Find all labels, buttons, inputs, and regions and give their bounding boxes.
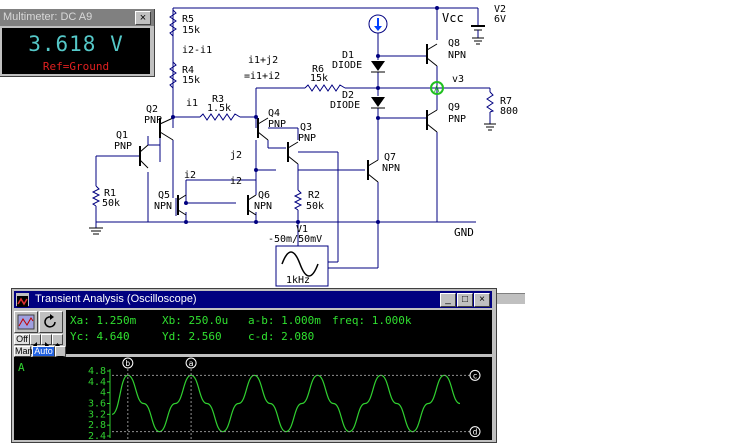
- scroll-down-button[interactable]: [55, 346, 66, 360]
- svg-text:Q8: Q8: [448, 38, 460, 49]
- battery-icon: [471, 25, 485, 45]
- readout-yc: Yc: 4.640: [70, 330, 130, 343]
- cursor-readout-panel: Xa: 1.250m Xb: 250.0u a-b: 1.000m freq: …: [66, 310, 492, 354]
- svg-text:R2: R2: [308, 190, 320, 201]
- waveform-icon: [17, 314, 35, 330]
- series-a-line: [111, 374, 461, 433]
- svg-text:Q7: Q7: [384, 152, 396, 163]
- multimeter-reading: 3.618 V: [28, 32, 124, 56]
- readout-xb: Xb: 250.0u: [162, 314, 229, 327]
- svg-text:-50m/50mV: -50m/50mV: [268, 234, 322, 245]
- ground-icon: [89, 123, 496, 235]
- maximize-button[interactable]: □: [457, 293, 473, 307]
- svg-text:1.5k: 1.5k: [207, 103, 231, 114]
- svg-text:15k: 15k: [310, 73, 328, 84]
- svg-text:800: 800: [500, 106, 518, 117]
- cursor-a-label: a: [189, 359, 194, 368]
- svg-text:50k: 50k: [102, 198, 120, 209]
- y-tick-label: 4.4: [88, 377, 106, 388]
- waveform-chart[interactable]: A 4.84.443.63.22.82.4 b a c d: [14, 357, 492, 442]
- svg-text:i2: i2: [230, 176, 242, 187]
- svg-text:Q3: Q3: [300, 122, 312, 133]
- readout-a-b: a-b: 1.000m: [248, 314, 321, 327]
- channel-label: A: [18, 361, 25, 374]
- cursor-b-label: b: [125, 359, 130, 368]
- readout-c-d: c-d: 2.080: [248, 330, 315, 343]
- reset-button[interactable]: [39, 311, 63, 333]
- svg-text:v3: v3: [452, 74, 464, 85]
- svg-text:DIODE: DIODE: [330, 100, 360, 111]
- svg-text:Q1: Q1: [116, 130, 128, 141]
- wires: [95, 7, 491, 269]
- readout-freq: freq: 1.000k: [332, 314, 412, 327]
- svg-text:NPN: NPN: [382, 163, 400, 174]
- oscilloscope-app-icon: [16, 293, 29, 307]
- svg-text:j2: j2: [230, 150, 242, 161]
- multimeter-title: Multimeter: DC A9: [3, 11, 93, 23]
- close-button[interactable]: ×: [135, 11, 151, 25]
- svg-text:A: A: [434, 85, 440, 95]
- oscilloscope-titlebar[interactable]: Transient Analysis (Oscilloscope) _ □ ×: [14, 291, 492, 308]
- svg-text:Q6: Q6: [258, 190, 270, 201]
- svg-text:NPN: NPN: [254, 201, 272, 212]
- left-arrow-button[interactable]: [30, 334, 41, 349]
- multimeter-window[interactable]: Multimeter: DC A9 × 3.618 V Ref=Ground: [0, 9, 155, 77]
- svg-text:i2-i1: i2-i1: [182, 45, 212, 56]
- svg-text:Q5: Q5: [158, 190, 170, 201]
- svg-text:6V: 6V: [494, 14, 506, 25]
- svg-text:50k: 50k: [306, 201, 324, 212]
- minimize-button[interactable]: _: [440, 293, 456, 307]
- svg-text:i2: i2: [184, 170, 196, 181]
- svg-text:PNP: PNP: [448, 114, 466, 125]
- y-tick-label: 4: [100, 388, 106, 399]
- oscilloscope-title: Transient Analysis (Oscilloscope): [35, 293, 197, 305]
- svg-text:Q9: Q9: [448, 102, 460, 113]
- y-tick-label: 3.2: [88, 409, 106, 420]
- cursor-c-label: c: [473, 371, 478, 380]
- svg-text:NPN: NPN: [448, 50, 466, 61]
- svg-text:PNP: PNP: [298, 133, 316, 144]
- readout-yd: Yd: 2.560: [162, 330, 222, 343]
- oscilloscope-plot[interactable]: A 4.8 4.4 4 3.6 3.2 2.8 2.4 b a c d: [14, 357, 492, 442]
- svg-text:GND: GND: [454, 226, 474, 239]
- svg-text:Vcc: Vcc: [442, 11, 464, 25]
- multimeter-titlebar[interactable]: Multimeter: DC A9 ×: [0, 9, 154, 26]
- svg-text:PNP: PNP: [268, 119, 286, 130]
- svg-text:Q2: Q2: [146, 104, 158, 115]
- svg-text:PNP: PNP: [144, 115, 162, 126]
- svg-text:DIODE: DIODE: [332, 60, 362, 71]
- svg-text:i1: i1: [186, 98, 198, 109]
- ac-source-v1[interactable]: 1kHz: [275, 245, 329, 287]
- svg-text:R5: R5: [182, 14, 194, 25]
- cursor-d-label: d: [473, 428, 478, 437]
- y-tick-label: 2.8: [88, 420, 106, 431]
- svg-text:=i1+i2: =i1+i2: [244, 71, 280, 82]
- background-window-edge: [495, 293, 525, 304]
- svg-text:PNP: PNP: [114, 141, 132, 152]
- svg-text:Q4: Q4: [268, 108, 280, 119]
- svg-text:15k: 15k: [182, 75, 200, 86]
- svg-text:15k: 15k: [182, 25, 200, 36]
- component-labels: R5 15k i2-i1 R4 15k i1 R3 1.5k i1+j2 =i1…: [102, 4, 518, 245]
- oscilloscope-window[interactable]: Transient Analysis (Oscilloscope) _ □ × …: [11, 288, 497, 443]
- refresh-icon: [44, 314, 56, 328]
- y-tick-label: 4.8: [88, 366, 106, 377]
- y-tick-label: 3.6: [88, 399, 106, 410]
- readout-xa: Xa: 1.250m: [70, 314, 137, 327]
- multimeter-display: 3.618 V Ref=Ground: [2, 28, 150, 74]
- scope-display-button[interactable]: [14, 311, 38, 333]
- y-tick-label: 2.4: [88, 431, 106, 440]
- current-source-icon: [368, 14, 388, 34]
- off-button[interactable]: Off: [14, 334, 30, 345]
- right-arrow-button[interactable]: [41, 334, 52, 349]
- multimeter-reference: Ref=Ground: [42, 60, 110, 73]
- svg-text:1kHz: 1kHz: [286, 275, 310, 286]
- scroll-up-button[interactable]: [52, 334, 63, 347]
- manual-mode-button[interactable]: Man: [14, 346, 33, 357]
- svg-text:i1+j2: i1+j2: [248, 55, 278, 66]
- svg-text:NPN: NPN: [154, 201, 172, 212]
- auto-mode-button[interactable]: Auto: [32, 346, 55, 357]
- close-button[interactable]: ×: [474, 293, 490, 307]
